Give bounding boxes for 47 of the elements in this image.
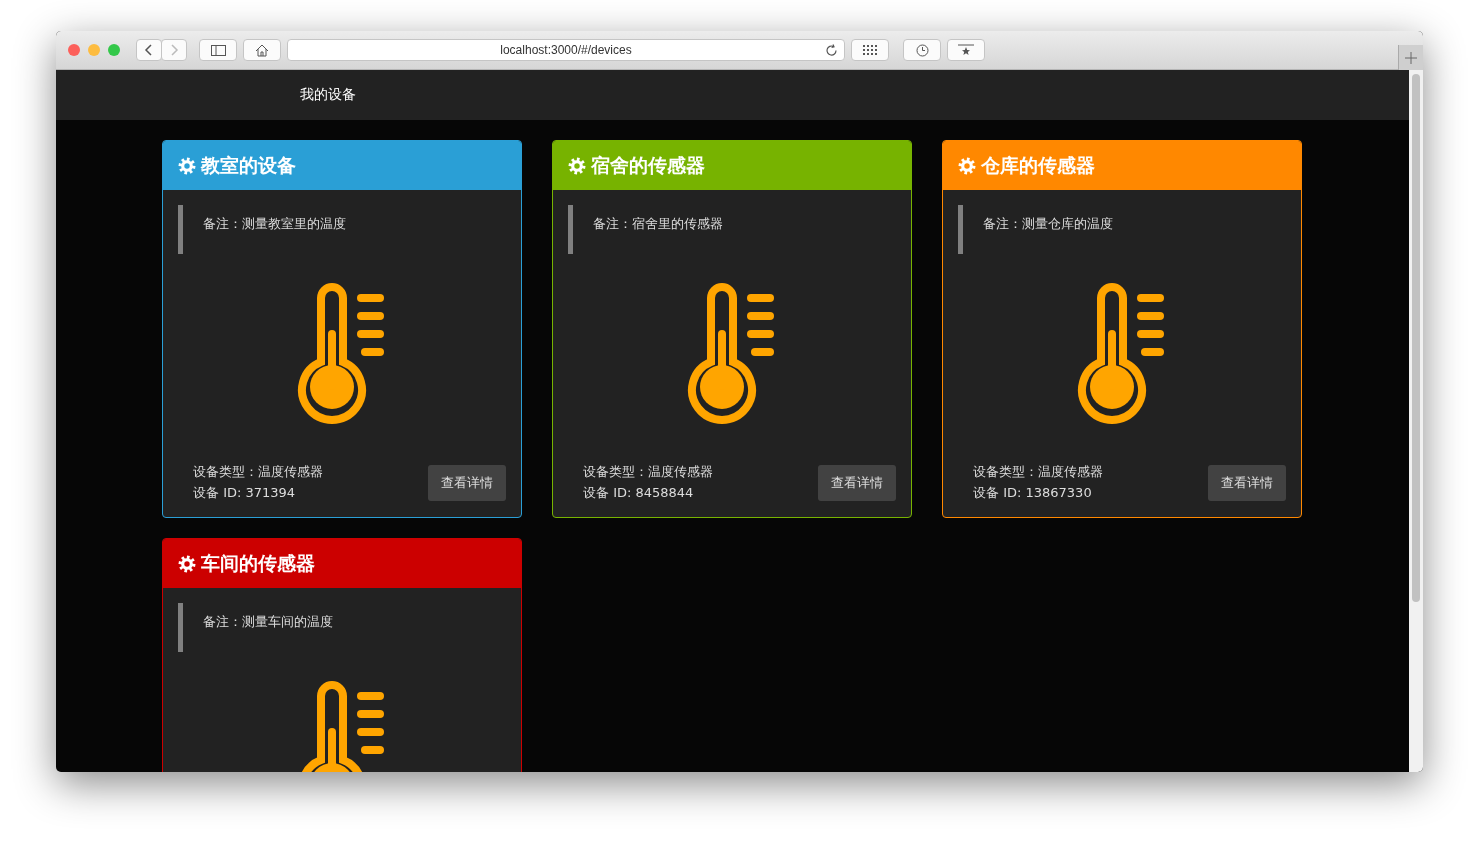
clock-icon — [915, 43, 929, 57]
zoom-button[interactable] — [108, 44, 120, 56]
chevron-left-icon — [144, 44, 154, 56]
sidebar-icon — [210, 44, 226, 56]
card-title: 仓库的传感器 — [981, 152, 1095, 178]
thermometer-icon — [297, 282, 387, 424]
gear-icon — [178, 554, 196, 573]
details-button[interactable]: 查看详情 — [818, 464, 896, 501]
grid-icon — [863, 45, 877, 55]
history-button[interactable] — [903, 39, 941, 61]
details-button[interactable]: 查看详情 — [428, 464, 506, 501]
note-text: 备注：测量车间的温度 — [203, 613, 333, 631]
note-text: 备注：宿舍里的传感器 — [593, 215, 723, 233]
device-id: 设备 ID: 13867330 — [973, 484, 1093, 502]
home-button[interactable] — [243, 39, 281, 61]
address-bar[interactable]: localhost:3000/#/devices — [287, 39, 845, 61]
device-type: 设备类型：温度传感器 — [583, 463, 713, 481]
device-id: 设备 ID: 8458844 — [583, 484, 695, 502]
device-type: 设备类型：温度传感器 — [973, 463, 1103, 481]
close-button[interactable] — [68, 44, 80, 56]
star-icon — [958, 44, 974, 56]
minimize-button[interactable] — [88, 44, 100, 56]
scrollbar[interactable] — [1409, 70, 1423, 772]
gear-icon — [958, 156, 976, 175]
note-text: 备注：测量仓库的温度 — [983, 215, 1113, 233]
card-title: 车间的传感器 — [201, 550, 315, 576]
sidebar-button[interactable] — [199, 39, 237, 61]
details-button[interactable]: 查看详情 — [1208, 464, 1286, 501]
forward-button[interactable] — [161, 39, 187, 61]
thermometer-icon — [1077, 282, 1167, 424]
thermometer-icon — [687, 282, 777, 424]
gear-icon — [568, 156, 586, 175]
note-text: 备注：测量教室里的温度 — [203, 215, 346, 233]
new-tab-button[interactable] — [1398, 45, 1423, 70]
card-title: 宿舍的传感器 — [591, 152, 705, 178]
chevron-right-icon — [169, 44, 179, 56]
grid-button[interactable] — [851, 39, 889, 61]
gear-icon — [178, 156, 196, 175]
plus-icon — [1405, 51, 1417, 64]
reload-icon — [825, 44, 838, 57]
device-type: 设备类型：温度传感器 — [193, 463, 323, 481]
home-icon — [255, 43, 269, 57]
bookmark-button[interactable] — [947, 39, 985, 61]
back-button[interactable] — [136, 39, 162, 61]
nav-link[interactable]: 我的设备 — [300, 86, 356, 104]
card-title: 教室的设备 — [201, 152, 296, 178]
device-id: 设备 ID: 371394 — [193, 484, 297, 502]
